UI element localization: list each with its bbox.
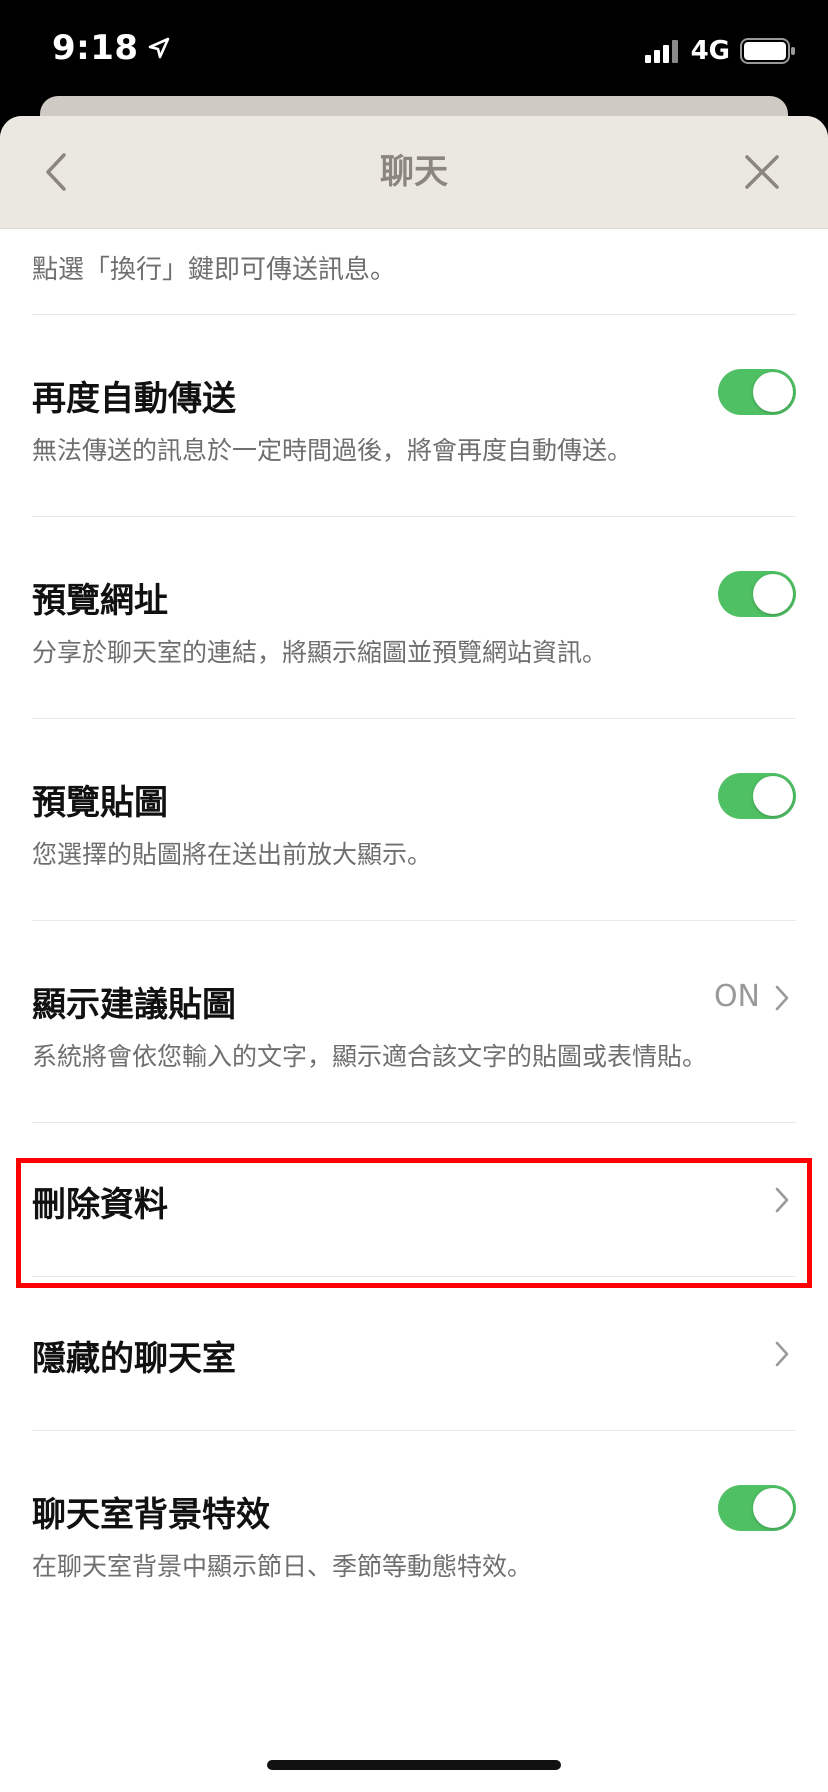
home-indicator — [267, 1760, 561, 1770]
chevron-right-icon — [775, 1187, 789, 1213]
setting-description: 無法傳送的訊息於一定時間過後，將會再度自動傳送。 — [32, 436, 633, 465]
sheet-header: 聊天 — [0, 116, 828, 229]
setting-description: 您選擇的貼圖將在送出前放大顯示。 — [32, 840, 433, 869]
setting-auto-resend: 再度自動傳送 無法傳送的訊息於一定時間過後，將會再度自動傳送。 — [32, 315, 796, 517]
settings-list: 點選「換行」鍵即可傳送訊息。 再度自動傳送 無法傳送的訊息於一定時間過後，將會再… — [0, 229, 828, 1633]
setting-background-effects: 聊天室背景特效 在聊天室背景中顯示節日、季節等動態特效。 — [32, 1431, 796, 1633]
setting-description: 在聊天室背景中顯示節日、季節等動態特效。 — [32, 1552, 533, 1581]
setting-title: 預覽貼圖 — [32, 783, 168, 823]
setting-title: 隱藏的聊天室 — [32, 1339, 236, 1379]
setting-delete-data[interactable]: 刪除資料 — [32, 1123, 796, 1277]
toggle-knob — [753, 1488, 793, 1528]
sticker-preview-toggle[interactable] — [718, 773, 796, 819]
status-right: 4G — [644, 36, 796, 66]
chevron-right-icon — [775, 985, 789, 1011]
setting-url-preview: 預覽網址 分享於聊天室的連結，將顯示縮圖並預覽網站資訊。 — [32, 517, 796, 719]
status-time-text: 9:18 — [52, 28, 139, 68]
setting-sticker-preview: 預覽貼圖 您選擇的貼圖將在送出前放大顯示。 — [32, 719, 796, 921]
setting-suggested-stickers[interactable]: 顯示建議貼圖 系統將會依您輸入的文字，顯示適合該文字的貼圖或表情貼。 ON — [32, 921, 796, 1123]
toggle-knob — [753, 574, 793, 614]
setting-value: ON — [713, 979, 760, 1014]
setting-title: 預覽網址 — [32, 581, 168, 621]
status-time: 9:18 — [52, 28, 171, 68]
auto-resend-toggle[interactable] — [718, 369, 796, 415]
enter-key-send-description: 點選「換行」鍵即可傳送訊息。 — [32, 229, 796, 315]
cellular-signal-icon — [644, 40, 678, 63]
chat-settings-sheet: 聊天 點選「換行」鍵即可傳送訊息。 再度自動傳送 無法傳送的訊息於一定時間過後，… — [0, 116, 828, 1792]
toggle-knob — [753, 372, 793, 412]
setting-hidden-chats[interactable]: 隱藏的聊天室 — [32, 1277, 796, 1431]
setting-title: 顯示建議貼圖 — [32, 985, 236, 1025]
status-bar: 9:18 4G — [0, 0, 828, 100]
url-preview-toggle[interactable] — [718, 571, 796, 617]
location-arrow-icon — [148, 37, 169, 59]
setting-title: 刪除資料 — [32, 1185, 168, 1225]
network-label: 4G — [690, 36, 730, 66]
toggle-knob — [753, 776, 793, 816]
setting-title: 再度自動傳送 — [32, 379, 236, 419]
battery-icon — [740, 38, 795, 64]
page-title: 聊天 — [380, 152, 448, 192]
close-button[interactable] — [736, 146, 788, 198]
setting-description: 分享於聊天室的連結，將顯示縮圖並預覽網站資訊。 — [32, 638, 608, 667]
setting-title: 聊天室背景特效 — [32, 1495, 270, 1535]
close-icon — [745, 155, 779, 189]
chevron-right-icon — [775, 1341, 789, 1367]
background-effects-toggle[interactable] — [718, 1485, 796, 1531]
setting-description: 系統將會依您輸入的文字，顯示適合該文字的貼圖或表情貼。 — [32, 1042, 708, 1071]
